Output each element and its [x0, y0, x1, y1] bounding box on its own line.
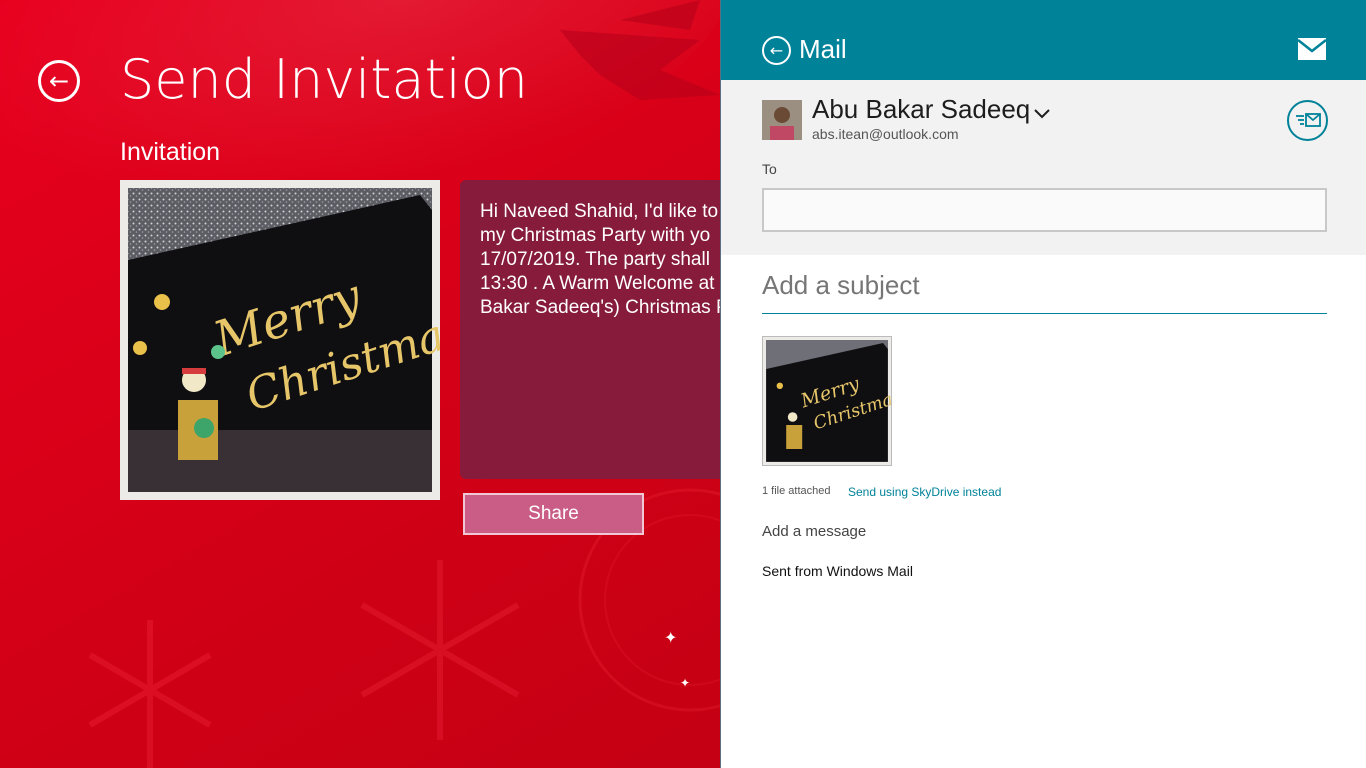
attachment-thumbnail[interactable]: Merry Christmas: [762, 336, 892, 466]
sparkle-icon: ✦: [664, 628, 678, 647]
compose-header-area: Abu Bakar Sadeeq abs.itean@outlook.com T…: [721, 80, 1366, 255]
invitation-card-image: Merry Christmas: [120, 180, 440, 500]
mail-envelope-icon: [1298, 38, 1326, 60]
invitation-message-box[interactable]: Hi Naveed Shahid, I'd like to my Christm…: [460, 180, 720, 479]
section-title: Invitation: [120, 138, 221, 166]
signature-text: Sent from Windows Mail: [762, 563, 913, 579]
sender-email: abs.itean@outlook.com: [812, 126, 959, 142]
mail-back-button[interactable]: ←: [762, 36, 791, 65]
sparkle-icon: ✦: [680, 676, 691, 690]
to-input[interactable]: [762, 188, 1327, 232]
invitation-message-text: Hi Naveed Shahid, I'd like to my Christm…: [480, 201, 720, 318]
share-button[interactable]: Share: [463, 493, 644, 535]
subject-underline: [762, 313, 1327, 314]
invitation-app: ← Send Invitation Invitation Merry Chris…: [0, 0, 720, 768]
back-button[interactable]: ←: [38, 60, 80, 102]
mail-share-pane: ← Mail Abu Bakar Sadeeq abs.itean@outloo…: [720, 0, 1366, 768]
page-title: Send Invitation: [120, 48, 528, 111]
subject-input[interactable]: Add a subject: [762, 270, 920, 301]
mail-header: ← Mail: [721, 0, 1366, 80]
message-input[interactable]: Add a message: [762, 523, 866, 540]
to-label: To: [762, 161, 777, 177]
avatar: [762, 100, 802, 140]
skydrive-link[interactable]: Send using SkyDrive instead: [848, 485, 1001, 499]
arrow-left-icon: ←: [48, 67, 70, 95]
mail-title: Mail: [799, 34, 847, 64]
send-button[interactable]: [1287, 100, 1328, 141]
send-mail-icon: [1296, 113, 1321, 127]
sender-name[interactable]: Abu Bakar Sadeeq: [812, 94, 1030, 125]
arrow-left-icon: ←: [769, 41, 784, 60]
chevron-down-icon[interactable]: [1033, 108, 1051, 120]
attachment-count: 1 file attached: [762, 485, 831, 497]
